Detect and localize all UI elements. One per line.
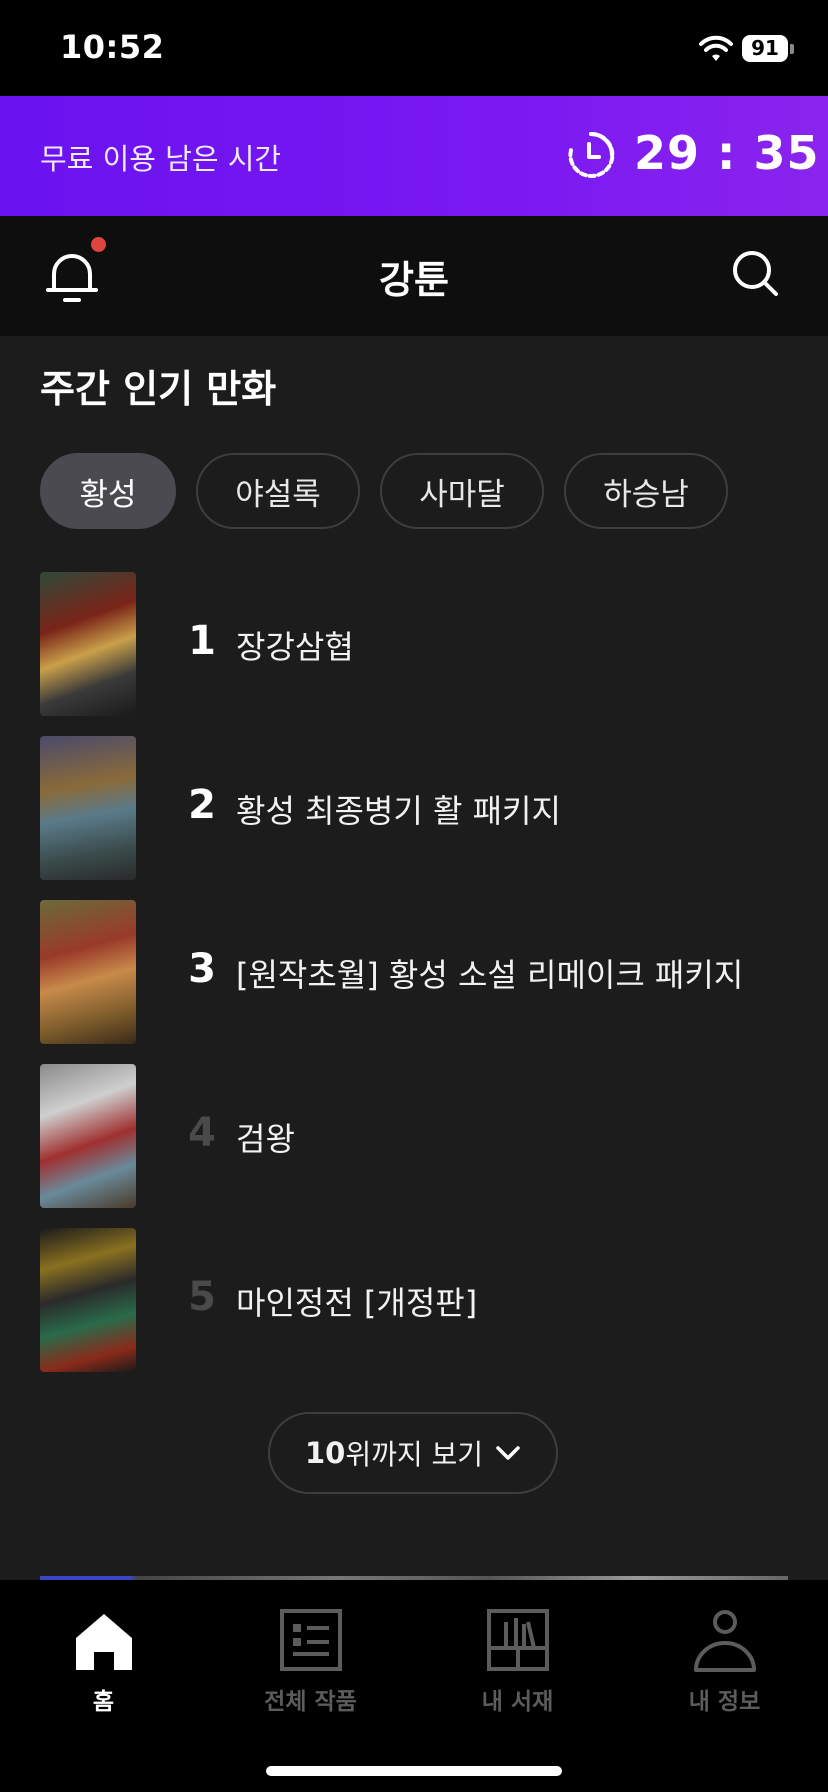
clock-icon bbox=[568, 131, 615, 178]
free-time-banner: 무료 이용 남은 시간 29 : 35 bbox=[0, 96, 828, 216]
tab-label: 홈 bbox=[92, 1689, 115, 1715]
section-title: 주간 인기 만화 bbox=[40, 367, 277, 411]
tab-my-library[interactable]: 내 서재 bbox=[414, 1608, 621, 1716]
chip-hwangseong[interactable]: 황성 bbox=[40, 453, 176, 529]
author-filter-chips: 황성 야설록 사마달 하승남 bbox=[40, 453, 748, 533]
comic-title: 장강삼협 bbox=[236, 628, 354, 666]
tab-home[interactable]: 홈 bbox=[0, 1608, 207, 1716]
ranking-item[interactable]: 1 장강삼협 bbox=[40, 572, 800, 736]
wifi-icon bbox=[699, 35, 733, 61]
free-time-remaining: 29 : 35 bbox=[634, 126, 820, 180]
ranking-item[interactable]: 3 [원작초월] 황성 소설 리메이크 패키지 bbox=[40, 900, 800, 1064]
search-icon[interactable] bbox=[730, 248, 780, 298]
battery-level: 91 bbox=[742, 35, 788, 62]
bottom-tab-bar: 홈 전체 작품 내 서재 내 정보 bbox=[0, 1580, 828, 1792]
person-icon bbox=[693, 1610, 756, 1672]
tab-label: 내 서재 bbox=[481, 1689, 554, 1715]
free-time-label: 무료 이용 남은 시간 bbox=[40, 142, 282, 176]
rank-number: 5 bbox=[188, 1274, 216, 1320]
comic-thumbnail bbox=[40, 572, 136, 716]
tab-all-works[interactable]: 전체 작품 bbox=[207, 1608, 414, 1716]
comic-thumbnail bbox=[40, 1228, 136, 1372]
rank-number: 4 bbox=[188, 1110, 216, 1156]
ranking-item[interactable]: 2 황성 최종병기 활 패키지 bbox=[40, 736, 800, 900]
chip-samadal[interactable]: 사마달 bbox=[380, 453, 544, 529]
bookshelf-icon bbox=[486, 1609, 549, 1671]
chevron-down-icon bbox=[496, 1446, 520, 1460]
comic-title: 마인정전 [개정판] bbox=[236, 1284, 478, 1322]
comic-title: 황성 최종병기 활 패키지 bbox=[236, 792, 561, 830]
show-top-10-button[interactable]: 10 위까지 보기 bbox=[268, 1412, 558, 1494]
show-more-number: 10 bbox=[304, 1436, 346, 1470]
ranking-list: 1 장강삼협 2 황성 최종병기 활 패키지 3 [원작초월] 황성 소설 리메… bbox=[40, 572, 800, 1392]
ranking-item[interactable]: 5 마인정전 [개정판] bbox=[40, 1228, 800, 1392]
tab-label: 내 정보 bbox=[688, 1689, 761, 1715]
app-title: 강툰 bbox=[379, 258, 449, 302]
rank-number: 3 bbox=[188, 946, 216, 992]
ranking-item[interactable]: 4 검왕 bbox=[40, 1064, 800, 1228]
chip-yaseollok[interactable]: 야설록 bbox=[196, 453, 360, 529]
comic-thumbnail bbox=[40, 1064, 136, 1208]
tab-label: 전체 작품 bbox=[264, 1689, 357, 1715]
home-indicator bbox=[266, 1766, 562, 1776]
rank-number: 2 bbox=[188, 782, 216, 828]
rank-number: 1 bbox=[188, 618, 216, 664]
app-header: 강툰 bbox=[0, 216, 828, 336]
comic-thumbnail bbox=[40, 900, 136, 1044]
status-time: 10:52 bbox=[60, 28, 165, 66]
comic-title: 검왕 bbox=[236, 1120, 295, 1158]
status-bar: 10:52 91 bbox=[0, 0, 828, 96]
comic-thumbnail bbox=[40, 736, 136, 880]
chip-haseungnam[interactable]: 하승남 bbox=[564, 453, 728, 529]
show-more-label: 위까지 보기 bbox=[345, 1438, 484, 1471]
list-icon bbox=[279, 1609, 342, 1671]
battery-tip bbox=[790, 44, 794, 54]
comic-title: [원작초월] 황성 소설 리메이크 패키지 bbox=[236, 956, 744, 994]
tab-my-info[interactable]: 내 정보 bbox=[621, 1608, 828, 1716]
home-icon bbox=[75, 1614, 132, 1670]
